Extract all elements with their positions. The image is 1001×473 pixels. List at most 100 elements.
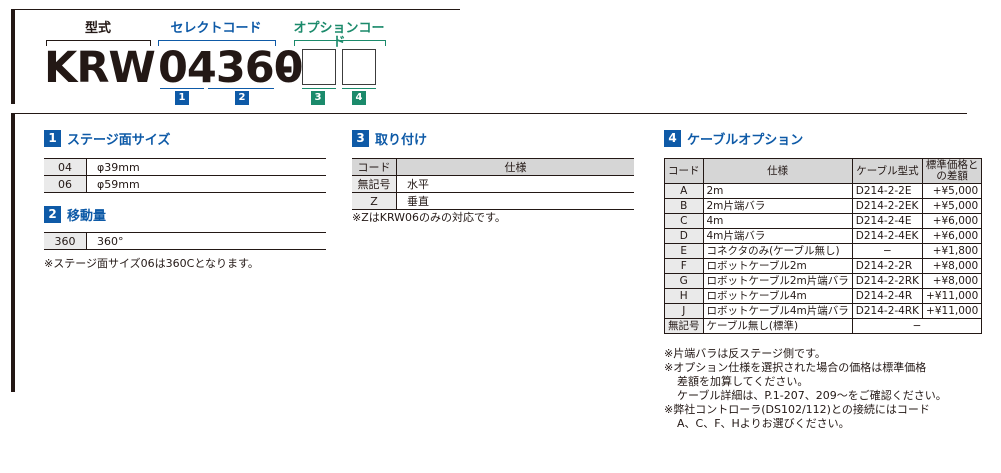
body-left-bar bbox=[11, 114, 15, 392]
cell-price: +¥1,800 bbox=[922, 243, 983, 259]
cell-model: D214-2-4RK bbox=[851, 303, 924, 319]
cell-spec: ロボットケーブル4m bbox=[702, 288, 853, 304]
cell-code: G bbox=[664, 273, 704, 289]
cell-model: D214-2-4E bbox=[851, 213, 924, 229]
table-header-row: コード 仕様 ケーブル型式 標準価格との差額 bbox=[664, 158, 983, 184]
table-row: 04 φ39mm bbox=[44, 158, 326, 176]
cell-model: D214-2-2EK bbox=[851, 198, 924, 214]
table-row: 360 360° bbox=[44, 232, 326, 250]
badge-4: 4 bbox=[352, 91, 366, 105]
cell-spec: ケーブル無し(標準) bbox=[702, 318, 853, 334]
badge-3: 3 bbox=[311, 91, 325, 105]
cell-price: +¥6,000 bbox=[922, 213, 983, 229]
cell-spec: 垂直 bbox=[396, 192, 634, 210]
cell-code: 無記号 bbox=[352, 175, 397, 193]
bracket-option bbox=[294, 40, 386, 46]
header-spec: 仕様 bbox=[702, 158, 853, 184]
cell-price: +¥6,000 bbox=[922, 228, 983, 244]
cell-spec: コネクタのみ(ケーブル無し) bbox=[702, 243, 853, 259]
table-row: H ロボットケーブル4m D214-2-4R +¥11,000 bbox=[664, 288, 983, 304]
cell-spec: 2m bbox=[702, 183, 853, 199]
table-row: A 2m D214-2-2E +¥5,000 bbox=[664, 183, 983, 199]
table-row: J ロボットケーブル4m片端バラ D214-2-4RK +¥11,000 bbox=[664, 303, 983, 319]
table-row: 06 φ59mm bbox=[44, 175, 326, 193]
table-row: B 2m片端バラ D214-2-2EK +¥5,000 bbox=[664, 198, 983, 214]
model-prefix: KRW bbox=[44, 43, 156, 93]
stage-size-table: 04 φ39mm 06 φ59mm bbox=[44, 158, 326, 193]
section-cable-title: 4 ケーブルオプション bbox=[664, 129, 803, 148]
section-title-text: 取り付け bbox=[375, 133, 428, 148]
option-box-4 bbox=[342, 49, 376, 85]
travel-table: 360 360° bbox=[44, 232, 326, 250]
cable-note-3: 差額を加算してください。 bbox=[677, 375, 809, 388]
cell-code: 04 bbox=[44, 158, 87, 176]
header-price: 標準価格との差額 bbox=[922, 158, 983, 184]
cell-code: 06 bbox=[44, 175, 87, 193]
header-top-rule bbox=[11, 9, 460, 10]
label-type: 型式 bbox=[84, 21, 111, 36]
cell-spec: ロボットケーブル2m片端バラ bbox=[702, 273, 853, 289]
cell-code: F bbox=[664, 258, 704, 274]
badge-1: 1 bbox=[175, 91, 189, 105]
model-dash: - bbox=[276, 43, 294, 93]
table-row: 無記号 水平 bbox=[352, 175, 634, 193]
header-spec: 仕様 bbox=[396, 158, 634, 176]
cell-spec: 4m片端バラ bbox=[702, 228, 853, 244]
cell-value: φ59mm bbox=[86, 175, 326, 193]
header-left-bar bbox=[11, 10, 15, 104]
underline-2 bbox=[208, 88, 274, 89]
cell-code: Z bbox=[352, 192, 397, 210]
cable-note-5: ※弊社コントローラ(DS102/112)との接続にはコード bbox=[664, 403, 930, 416]
cell-price: +¥8,000 bbox=[922, 273, 983, 289]
underline-3 bbox=[302, 88, 336, 89]
cell-value: 360° bbox=[86, 232, 326, 250]
section-badge-1: 1 bbox=[44, 130, 61, 147]
cell-model: D214-2-4EK bbox=[851, 228, 924, 244]
travel-note: ※ステージ面サイズ06は360Cとなります。 bbox=[44, 257, 259, 270]
cell-model-price: − bbox=[851, 318, 983, 334]
cell-value: φ39mm bbox=[86, 158, 326, 176]
mounting-table: コード 仕様 無記号 水平 Z 垂直 bbox=[352, 158, 634, 210]
cell-code: D bbox=[664, 228, 704, 244]
cell-code: 無記号 bbox=[664, 318, 704, 334]
cell-model: − bbox=[851, 243, 924, 259]
section-title-text: ステージ面サイズ bbox=[67, 133, 171, 148]
cable-note-4: ケーブル詳細は、P.1-207、209〜をご確認ください。 bbox=[677, 389, 947, 403]
label-select-code: セレクトコード bbox=[170, 21, 262, 36]
section-badge-2: 2 bbox=[44, 206, 61, 223]
underline-1 bbox=[160, 88, 204, 89]
cable-note-1: ※片端バラは反ステージ側です。 bbox=[664, 347, 826, 360]
body-top-rule bbox=[11, 113, 967, 114]
section-badge-4: 4 bbox=[664, 130, 681, 147]
header-code: コード bbox=[352, 158, 397, 176]
cell-price: +¥5,000 bbox=[922, 183, 983, 199]
table-row: E コネクタのみ(ケーブル無し) − +¥1,800 bbox=[664, 243, 983, 259]
table-row: G ロボットケーブル2m片端バラ D214-2-2RK +¥8,000 bbox=[664, 273, 983, 289]
cell-spec: 2m片端バラ bbox=[702, 198, 853, 214]
section-badge-3: 3 bbox=[352, 130, 369, 147]
mounting-note: ※ZはKRW06のみの対応です。 bbox=[352, 211, 506, 224]
header-model: ケーブル型式 bbox=[851, 158, 924, 184]
cell-model: D214-2-4R bbox=[851, 288, 924, 304]
table-row: Z 垂直 bbox=[352, 192, 634, 210]
table-row: D 4m片端バラ D214-2-4EK +¥6,000 bbox=[664, 228, 983, 244]
cable-note-4-text: ケーブル詳細は、P.1-207、209〜をご確認ください。 bbox=[677, 389, 947, 402]
section-stage-size-title: 1 ステージ面サイズ bbox=[44, 129, 170, 148]
cell-model: D214-2-2RK bbox=[851, 273, 924, 289]
cell-code: J bbox=[664, 303, 704, 319]
section-title-text: ケーブルオプション bbox=[687, 133, 804, 148]
cable-table: コード 仕様 ケーブル型式 標準価格との差額 A 2m D214-2-2E +¥5,0… bbox=[664, 158, 983, 334]
underline-4 bbox=[342, 88, 376, 89]
cell-model: D214-2-2R bbox=[851, 258, 924, 274]
cell-price: +¥11,000 bbox=[922, 288, 983, 304]
section-mounting-title: 3 取り付け bbox=[352, 129, 427, 148]
header-code: コード bbox=[664, 158, 704, 184]
cell-model: D214-2-2E bbox=[851, 183, 924, 199]
section-travel-title: 2 移動量 bbox=[44, 205, 106, 224]
table-header-row: コード 仕様 bbox=[352, 158, 634, 176]
cell-code: C bbox=[664, 213, 704, 229]
cell-spec: ロボットケーブル2m bbox=[702, 258, 853, 274]
cell-code: E bbox=[664, 243, 704, 259]
option-box-3 bbox=[302, 49, 336, 85]
section-title-text: 移動量 bbox=[67, 209, 107, 224]
